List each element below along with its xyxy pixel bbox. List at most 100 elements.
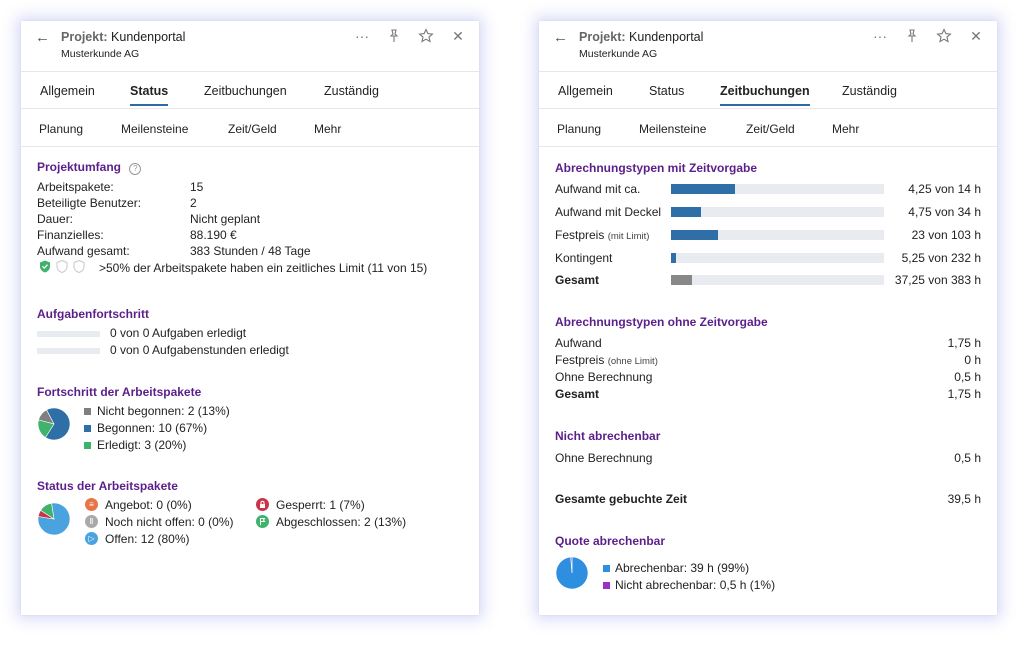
value-aufwand: 383 Stunden / 48 Tage bbox=[190, 244, 311, 258]
row-value-festpreis-ohne: 0 h bbox=[964, 353, 981, 367]
value-arbeitspakete: 15 bbox=[190, 180, 204, 194]
header-actions: ··· ✕ bbox=[871, 27, 985, 45]
close-icon[interactable]: ✕ bbox=[967, 27, 985, 45]
legend-swatch bbox=[603, 582, 610, 589]
section-nicht-abrechenbar-title: Nicht abrechenbar bbox=[555, 429, 661, 443]
more-icon[interactable]: ··· bbox=[871, 27, 889, 45]
status-angebot: Angebot: 0 (0%) bbox=[105, 498, 192, 512]
row-value-gesamt: 37,25 von 383 h bbox=[894, 273, 981, 287]
legend-swatch bbox=[84, 425, 91, 432]
row-label-gesamt: Gesamt bbox=[555, 273, 600, 287]
more-icon[interactable]: ··· bbox=[353, 27, 371, 45]
section-quote-title: Quote abrechenbar bbox=[555, 534, 666, 548]
legend-nicht-begonnen: Nicht begonnen: 2 (13%) bbox=[97, 404, 230, 418]
aufgabenstunden-progress-text: 0 von 0 Aufgabenstunden erledigt bbox=[110, 343, 289, 357]
zeitbuchungen-content: Abrechnungstypen mit Zeitvorgabe Aufwand… bbox=[555, 145, 981, 615]
aufgaben-progress-text: 0 von 0 Aufgaben erledigt bbox=[110, 326, 247, 340]
pin-icon[interactable] bbox=[903, 27, 921, 45]
main-tabs: Allgemein Status Zeitbuchungen Zuständig bbox=[21, 72, 479, 109]
legend-nicht-abrechenbar: Nicht abrechenbar: 0,5 h (1%) bbox=[615, 578, 776, 592]
section-projektumfang-title: Projektumfang ? bbox=[37, 160, 142, 175]
legend-begonnen: Begonnen: 10 (67%) bbox=[97, 421, 208, 435]
progress-fill bbox=[671, 275, 692, 285]
shield-icon bbox=[73, 260, 85, 273]
limit-text: >50% der Arbeitspakete haben ein zeitlic… bbox=[99, 261, 428, 275]
status-gesperrt: Gesperrt: 1 (7%) bbox=[276, 498, 365, 512]
page-subtitle: Musterkunde AG bbox=[579, 48, 658, 60]
value-benutzer: 2 bbox=[190, 196, 197, 210]
star-icon[interactable] bbox=[417, 27, 435, 45]
subtab-mehr[interactable]: Mehr bbox=[314, 122, 341, 136]
tab-zeitbuchungen[interactable]: Zeitbuchungen bbox=[720, 84, 810, 106]
star-icon[interactable] bbox=[935, 27, 953, 45]
subtab-zeit-geld[interactable]: Zeit/Geld bbox=[746, 122, 795, 136]
value-finanzielles: 88.190 € bbox=[190, 228, 237, 242]
pin-icon[interactable] bbox=[385, 27, 403, 45]
tab-allgemein[interactable]: Allgemein bbox=[558, 84, 613, 98]
main-tabs: Allgemein Status Zeitbuchungen Zuständig bbox=[539, 72, 997, 109]
tab-status[interactable]: Status bbox=[649, 84, 684, 98]
subtab-planung[interactable]: Planung bbox=[557, 122, 601, 136]
legend-abrechenbar: Abrechenbar: 39 h (99%) bbox=[615, 561, 750, 575]
row-value-aufwand-ca: 4,25 von 14 h bbox=[908, 182, 981, 196]
back-arrow-icon[interactable]: ← bbox=[553, 29, 568, 46]
subtab-meilensteine[interactable]: Meilensteine bbox=[639, 122, 706, 136]
progress-fill bbox=[671, 253, 676, 263]
label-finanzielles: Finanzielles: bbox=[37, 228, 104, 242]
row-label-nicht-abrechenbar: Ohne Berechnung bbox=[555, 451, 653, 465]
fortschritt-pie-chart bbox=[37, 407, 71, 441]
subtab-zeit-geld[interactable]: Zeit/Geld bbox=[228, 122, 277, 136]
row-value-gesamt-ohne: 1,75 h bbox=[947, 387, 981, 401]
aufgaben-progress-bar bbox=[37, 331, 100, 337]
progress-bar-gesamt bbox=[671, 275, 884, 285]
label-benutzer: Beteiligte Benutzer: bbox=[37, 196, 142, 210]
label-dauer: Dauer: bbox=[37, 212, 74, 226]
row-label-ohne-berechnung: Ohne Berechnung bbox=[555, 370, 653, 384]
limit-shields bbox=[39, 260, 85, 273]
subtab-meilensteine[interactable]: Meilensteine bbox=[121, 122, 188, 136]
subtab-mehr[interactable]: Mehr bbox=[832, 122, 859, 136]
legend-swatch bbox=[84, 408, 91, 415]
row-value-nicht-abrechenbar: 0,5 h bbox=[954, 451, 981, 465]
progress-fill bbox=[671, 230, 718, 240]
back-arrow-icon[interactable]: ← bbox=[35, 29, 50, 46]
tab-zustaendig[interactable]: Zuständig bbox=[324, 84, 379, 98]
tab-status[interactable]: Status bbox=[130, 84, 169, 106]
section-fortschritt-title: Fortschritt der Arbeitspakete bbox=[37, 385, 202, 399]
tab-allgemein[interactable]: Allgemein bbox=[40, 84, 95, 98]
tab-zustaendig[interactable]: Zuständig bbox=[842, 84, 897, 98]
value-dauer: Nicht geplant bbox=[190, 212, 261, 226]
page-title: Projekt: Kundenportal bbox=[579, 30, 704, 44]
page-title: Projekt: Kundenportal bbox=[61, 30, 186, 44]
section-ohne-zeitvorgabe-title: Abrechnungstypen ohne Zeitvorgabe bbox=[555, 315, 768, 329]
section-aufgaben-title: Aufgabenfortschritt bbox=[37, 307, 149, 321]
close-icon[interactable]: ✕ bbox=[449, 27, 467, 45]
tab-zeitbuchungen[interactable]: Zeitbuchungen bbox=[204, 84, 287, 98]
legend-erledigt: Erledigt: 3 (20%) bbox=[97, 438, 187, 452]
help-icon[interactable]: ? bbox=[129, 163, 142, 175]
row-label-festpreis-ohne: Festpreis (ohne Limit) bbox=[555, 353, 658, 367]
project-panel-status: ← Projekt: Kundenportal Musterkunde AG ·… bbox=[21, 21, 479, 615]
status-content: Projektumfang ? Arbeitspakete: 15 Beteil… bbox=[37, 145, 463, 615]
progress-bar-aufwand-deckel bbox=[671, 207, 884, 217]
row-label-festpreis: Festpreis (mit Limit) bbox=[555, 228, 650, 242]
row-label-aufwand-ca: Aufwand mit ca. bbox=[555, 182, 641, 196]
label-arbeitspakete: Arbeitspakete: bbox=[37, 180, 114, 194]
section-mit-zeitvorgabe-title: Abrechnungstypen mit Zeitvorgabe bbox=[555, 161, 758, 175]
panel-header: ← Projekt: Kundenportal Musterkunde AG ·… bbox=[539, 21, 997, 72]
section-status-title: Status der Arbeitspakete bbox=[37, 479, 178, 493]
row-label-aufwand-deckel: Aufwand mit Deckel bbox=[555, 205, 662, 219]
flag-icon bbox=[256, 515, 269, 528]
play-icon: ▷ bbox=[85, 532, 98, 545]
progress-bar-kontingent bbox=[671, 253, 884, 263]
row-label-kontingent: Kontingent bbox=[555, 251, 613, 265]
gesamte-zeit-label: Gesamte gebuchte Zeit bbox=[555, 492, 688, 506]
shield-check-icon bbox=[40, 260, 50, 273]
page-subtitle: Musterkunde AG bbox=[61, 48, 140, 60]
project-panel-zeitbuchungen: ← Projekt: Kundenportal Musterkunde AG ·… bbox=[539, 21, 997, 615]
row-value-aufwand: 1,75 h bbox=[947, 336, 981, 350]
progress-fill bbox=[671, 207, 701, 217]
progress-bar-festpreis bbox=[671, 230, 884, 240]
status-pie-chart bbox=[37, 502, 71, 536]
subtab-planung[interactable]: Planung bbox=[39, 122, 83, 136]
